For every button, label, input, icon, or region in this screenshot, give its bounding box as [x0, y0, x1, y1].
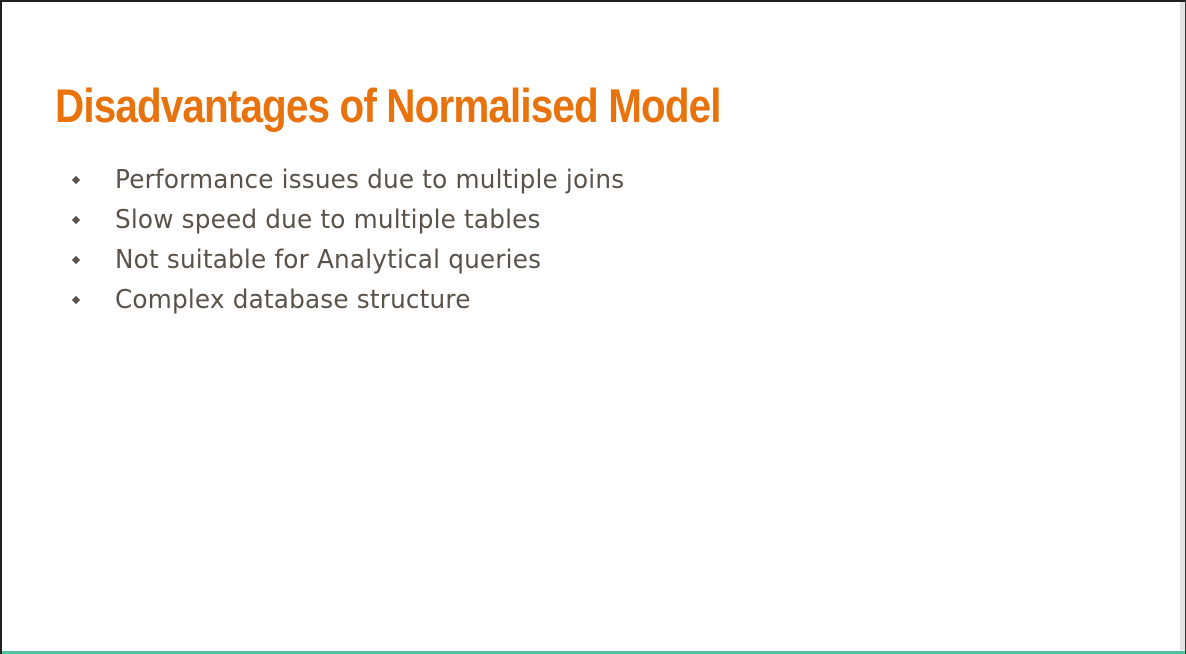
- bullet-text: Complex database structure: [115, 285, 471, 315]
- diamond-bullet-icon: [71, 215, 81, 225]
- diamond-bullet-icon: [71, 255, 81, 265]
- bullet-text: Slow speed due to multiple tables: [115, 205, 541, 235]
- diamond-bullet-icon: [71, 295, 81, 305]
- diamond-bullet-icon: [71, 175, 81, 185]
- bullet-text: Not suitable for Analytical queries: [115, 245, 542, 275]
- list-item: Performance issues due to multiple joins: [66, 160, 651, 200]
- bullet-list: Performance issues due to multiple joins…: [66, 160, 651, 320]
- list-item: Complex database structure: [66, 280, 651, 320]
- scrollbar-thumb[interactable]: [1180, 2, 1185, 650]
- bullet-text: Performance issues due to multiple joins: [115, 165, 625, 195]
- presentation-window: Disadvantages of Normalised Model Perfor…: [0, 0, 1186, 654]
- slide-title: Disadvantages of Normalised Model: [55, 79, 722, 132]
- list-item: Not suitable for Analytical queries: [66, 240, 651, 280]
- list-item: Slow speed due to multiple tables: [66, 200, 651, 240]
- vertical-scrollbar[interactable]: [1180, 2, 1185, 654]
- slide: Disadvantages of Normalised Model Perfor…: [2, 2, 1180, 651]
